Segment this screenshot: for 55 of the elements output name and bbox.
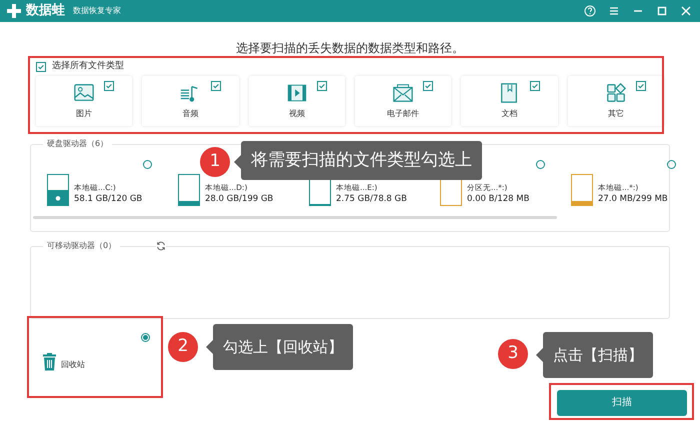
envelope-icon [392, 82, 414, 104]
panel-title: 可移动驱动器（0） [43, 240, 120, 252]
checkbox[interactable] [36, 62, 46, 72]
step-number-badge: 2 [168, 332, 198, 362]
trash-can-icon [42, 353, 57, 371]
shapes-grid-icon [604, 82, 627, 104]
file-type-label: 文档 [501, 108, 518, 120]
radio-button[interactable] [536, 160, 545, 169]
drive-usage: 28.0 GB/199 GB [205, 193, 274, 205]
file-type-card[interactable]: 电子邮件 [354, 76, 452, 126]
file-type-label: 电子邮件 [387, 108, 420, 120]
checkbox[interactable] [636, 81, 646, 91]
app-name: 数据蛙 [26, 2, 65, 20]
picture-frame-icon [73, 82, 96, 104]
radio-button[interactable] [143, 160, 152, 169]
file-type-card[interactable]: 其它 [568, 76, 664, 126]
file-type-card[interactable]: 音频 [142, 76, 239, 126]
drive-usage: 0.00 B/128 MB [467, 193, 530, 205]
checkbox[interactable] [316, 81, 327, 91]
checkbox[interactable] [104, 81, 114, 91]
menu-icon[interactable] [608, 5, 620, 17]
radio-button[interactable] [141, 333, 150, 342]
radio-button[interactable] [667, 160, 676, 169]
step-number-badge: 1 [200, 147, 230, 177]
file-type-label: 其它 [608, 108, 624, 120]
film-icon [286, 82, 308, 104]
file-type-card[interactable]: 视频 [248, 76, 345, 126]
checkbox[interactable] [530, 81, 540, 91]
select-all-label: 选择所有文件类型 [52, 60, 124, 74]
close-icon[interactable] [680, 5, 692, 17]
app-subtitle: 数据恢复专家 [73, 5, 121, 17]
file-type-card[interactable]: 文档 [461, 76, 558, 126]
callout-text: 将需要扫描的文件类型勾选上 [251, 148, 472, 172]
drive-usage: 2.75 GB/78.8 GB [336, 193, 407, 205]
checkbox[interactable] [423, 81, 434, 91]
drive-usage: 58.1 GB/120 GB [74, 193, 142, 205]
cross-logo-icon [6, 3, 22, 19]
drive-usage: 27.0 MB/299 MB [598, 193, 668, 205]
callout-text: 勾选上【回收站】 [223, 336, 343, 358]
page-heading: 选择要扫描的丢失数据的数据类型和路径。 [235, 40, 465, 57]
file-type-label: 图片 [76, 108, 92, 120]
checkbox[interactable] [210, 81, 221, 91]
step-number-badge: 3 [498, 339, 528, 369]
maximize-icon[interactable] [656, 5, 668, 17]
recycle-bin-card[interactable]: 回收站 [32, 325, 158, 397]
refresh-icon[interactable] [156, 241, 166, 251]
file-type-label: 视频 [288, 108, 305, 120]
scan-button[interactable]: 扫描 [557, 390, 687, 416]
scroll-bar[interactable] [33, 216, 557, 219]
file-type-card[interactable]: 图片 [36, 76, 132, 126]
recycle-bin-label: 回收站 [61, 359, 85, 371]
callout-text: 点击【扫描】 [553, 344, 643, 366]
file-type-label: 音频 [182, 108, 198, 120]
panel-title: 硬盘驱动器（6） [43, 138, 112, 150]
help-icon[interactable] [584, 5, 596, 17]
